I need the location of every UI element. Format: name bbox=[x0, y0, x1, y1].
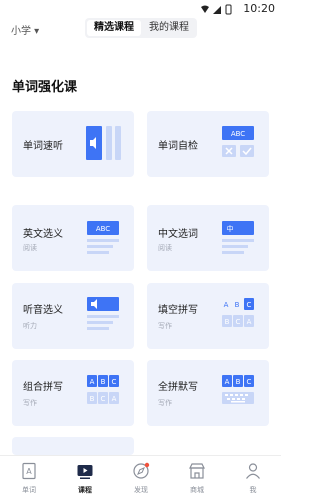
zhong-label: 中 bbox=[227, 224, 234, 233]
abc-check-illustration: ABC bbox=[222, 126, 254, 157]
abc-label: ABC bbox=[231, 130, 245, 138]
svg-text:C: C bbox=[247, 301, 252, 309]
nav-label: 我 bbox=[249, 486, 257, 494]
svg-text:A: A bbox=[112, 395, 117, 403]
signal-icon bbox=[213, 6, 221, 14]
card-combination-spelling[interactable]: 组合拼写 写作 A B C B C A bbox=[12, 360, 134, 426]
card-subtitle: 写作 bbox=[158, 399, 172, 407]
card-listen-choose-meaning[interactable]: 听音选义 听力 bbox=[12, 283, 134, 349]
card-subtitle: 写作 bbox=[23, 399, 37, 407]
svg-text:B: B bbox=[225, 318, 230, 326]
course-tabs: 精选课程 我的课程 bbox=[85, 18, 197, 38]
card-title: 单词自检 bbox=[158, 141, 198, 152]
nav-item-shop[interactable]: 商城 bbox=[169, 456, 225, 501]
card-title: 组合拼写 bbox=[23, 382, 63, 393]
status-icons bbox=[201, 4, 232, 15]
svg-text:B: B bbox=[235, 301, 240, 309]
card-subtitle: 阅读 bbox=[158, 244, 172, 252]
notification-dot bbox=[144, 462, 150, 468]
card-full-dictation[interactable]: 全拼默写 写作 A B C bbox=[147, 360, 269, 426]
wifi-icon bbox=[201, 5, 209, 13]
abc-list-illustration: ABC bbox=[87, 221, 119, 254]
card-subtitle: 听力 bbox=[23, 322, 37, 330]
card-title: 全拼默写 bbox=[158, 382, 198, 393]
svg-text:A: A bbox=[26, 467, 32, 476]
tab-my-courses[interactable]: 我的课程 bbox=[143, 20, 195, 36]
svg-text:B: B bbox=[236, 378, 241, 386]
chinese-list-illustration: 中 bbox=[222, 221, 254, 254]
card-subtitle: 写作 bbox=[158, 322, 172, 330]
letter-tiles-illustration: A B C B C A bbox=[222, 298, 254, 327]
nav-label: 发现 bbox=[134, 486, 148, 494]
card-title: 听音选义 bbox=[23, 305, 63, 316]
svg-text:A: A bbox=[90, 378, 95, 386]
letter-tiles-illustration: A B C B C A bbox=[87, 375, 119, 404]
card-partial[interactable] bbox=[12, 437, 134, 455]
nav-item-me[interactable]: 我 bbox=[225, 456, 281, 501]
bottom-nav: A 单词 课程 发现 商城 我 bbox=[0, 455, 281, 501]
keyboard-illustration: A B C bbox=[222, 375, 254, 404]
svg-text:C: C bbox=[112, 378, 117, 386]
compass-icon bbox=[133, 462, 150, 479]
svg-text:C: C bbox=[236, 318, 241, 326]
card-title: 中文选词 bbox=[158, 229, 198, 240]
grade-selector[interactable]: 小学 ▾ bbox=[11, 22, 39, 37]
nav-item-courses[interactable]: 课程 bbox=[57, 456, 113, 501]
audio-list-illustration bbox=[87, 297, 119, 330]
card-word-self-check[interactable]: 单词自检 ABC bbox=[147, 111, 269, 177]
card-title: 填空拼写 bbox=[158, 305, 198, 316]
abc-label: ABC bbox=[96, 225, 110, 233]
nav-label: 商城 bbox=[190, 486, 204, 494]
card-english-choose-meaning[interactable]: 英文选义 阅读 ABC bbox=[12, 205, 134, 271]
card-chinese-choose-word[interactable]: 中文选词 阅读 中 bbox=[147, 205, 269, 271]
nav-item-words[interactable]: A 单词 bbox=[1, 456, 57, 501]
audio-bars-illustration bbox=[86, 126, 121, 160]
card-title: 单词速听 bbox=[23, 141, 63, 152]
svg-text:C: C bbox=[247, 378, 252, 386]
nav-item-discover[interactable]: 发现 bbox=[113, 456, 169, 501]
card-word-listening[interactable]: 单词速听 bbox=[12, 111, 134, 177]
shop-icon bbox=[189, 463, 205, 479]
section-title: 单词强化课 bbox=[12, 80, 78, 95]
svg-text:A: A bbox=[247, 318, 252, 326]
battery-icon bbox=[225, 4, 232, 15]
svg-text:A: A bbox=[225, 378, 230, 386]
card-subtitle: 阅读 bbox=[23, 244, 37, 252]
video-course-icon bbox=[77, 465, 93, 479]
svg-text:A: A bbox=[224, 301, 229, 309]
svg-text:B: B bbox=[101, 378, 106, 386]
nav-label: 课程 bbox=[78, 486, 92, 494]
nav-label: 单词 bbox=[22, 486, 36, 494]
status-bar: 10:20 bbox=[0, 0, 281, 18]
person-icon bbox=[246, 463, 260, 479]
svg-text:B: B bbox=[90, 395, 95, 403]
top-bar: 小学 ▾ 精选课程 我的课程 bbox=[0, 18, 281, 44]
tab-featured-courses[interactable]: 精选课程 bbox=[87, 20, 141, 36]
svg-text:C: C bbox=[101, 395, 106, 403]
card-fill-blank-spelling[interactable]: 填空拼写 写作 A B C B C A bbox=[147, 283, 269, 349]
book-a-icon: A bbox=[22, 462, 36, 480]
card-title: 英文选义 bbox=[23, 229, 63, 240]
status-time: 10:20 bbox=[243, 2, 275, 15]
